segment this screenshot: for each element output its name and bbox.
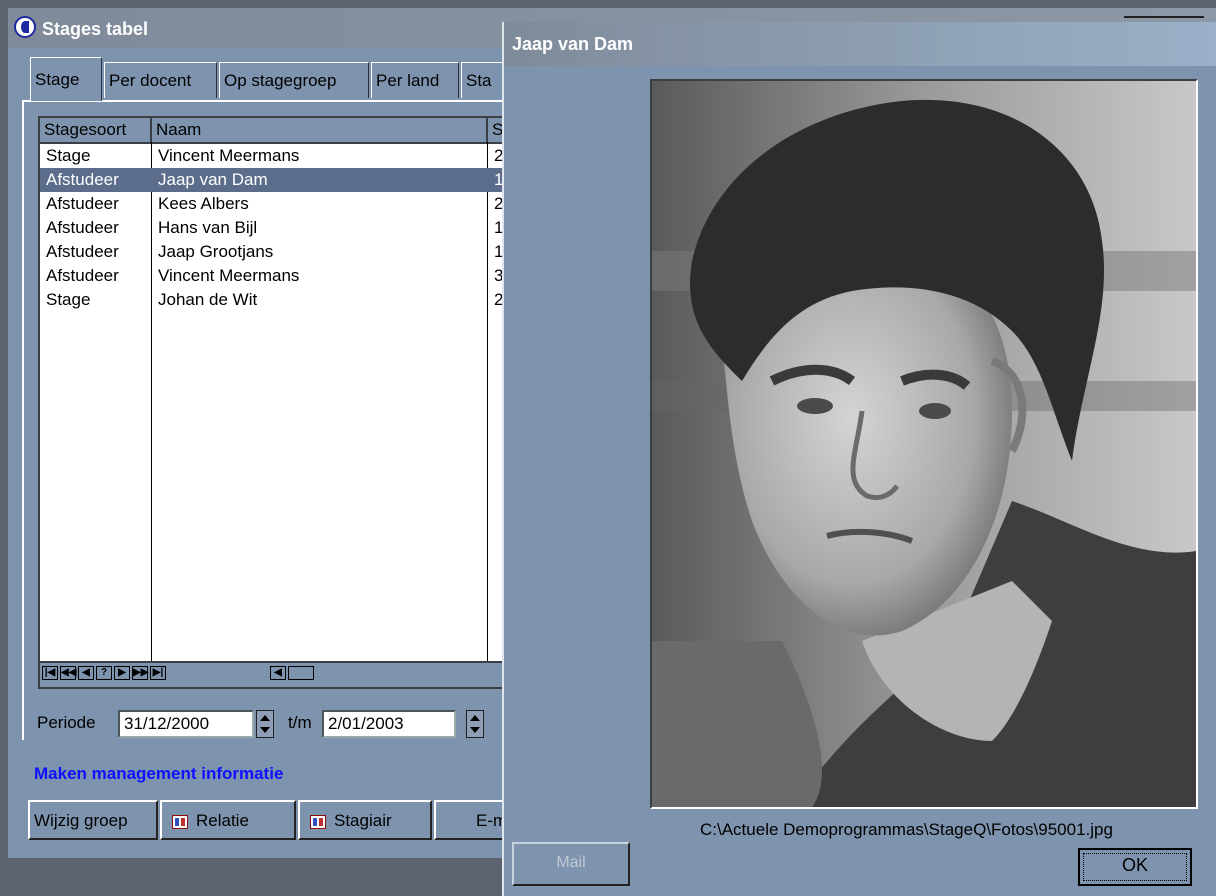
- column-header-naam[interactable]: Naam: [152, 118, 488, 142]
- photo-file-path: C:\Actuele Demoprogrammas\StageQ\Fotos\9…: [700, 820, 1113, 839]
- naam-cell: Kees Albers: [158, 194, 249, 213]
- naam-cell: Jaap van Dam: [158, 170, 268, 189]
- last-record-icon[interactable]: ▶|: [150, 666, 166, 680]
- naam-cell: Johan de Wit: [158, 290, 258, 309]
- dialog-title: Jaap van Dam: [512, 34, 634, 54]
- wijzig-groep-button[interactable]: Wijzig groep: [28, 800, 158, 840]
- naam-cell: Vincent Meermans: [158, 266, 300, 285]
- naam-cell: Hans van Bijl: [158, 218, 258, 237]
- dialog-title-bar[interactable]: Jaap van Dam: [504, 22, 1216, 66]
- stagesoort-cell: Afstudeer: [46, 170, 119, 189]
- next-page-icon[interactable]: ▶▶: [132, 666, 148, 680]
- tab-sta[interactable]: Sta: [461, 62, 505, 98]
- prev-page-icon[interactable]: ◀◀: [60, 666, 76, 680]
- next-record-icon[interactable]: ▶: [114, 666, 130, 680]
- stagiair-icon: [310, 814, 326, 829]
- person-photo: [650, 79, 1198, 809]
- stagesoort-cell: Afstudeer: [46, 194, 119, 213]
- table-row[interactable]: Afstudeer Hans van Bijl 1: [40, 216, 506, 240]
- stagesoort-cell: Stage: [46, 290, 91, 309]
- periode-label: Periode: [37, 713, 96, 732]
- relatie-button[interactable]: Relatie: [160, 800, 296, 840]
- table-row[interactable]: Afstudeer Kees Albers 2: [40, 192, 506, 216]
- scroll-left-icon[interactable]: ◀: [270, 666, 286, 680]
- periode-to-input[interactable]: 2/01/2003: [322, 710, 456, 738]
- naam-cell: Vincent Meermans: [158, 146, 300, 165]
- prev-record-icon[interactable]: ◀: [78, 666, 94, 680]
- tab-per-land[interactable]: Per land: [371, 62, 459, 98]
- wijzig-groep-label: Wijzig groep: [34, 811, 128, 830]
- periode-to-spinner[interactable]: [466, 710, 484, 738]
- table-row[interactable]: Stage Vincent Meermans 2: [40, 144, 506, 168]
- stagiair-label: Stagiair: [334, 811, 392, 830]
- tab-per-docent[interactable]: Per docent: [104, 62, 217, 98]
- find-record-icon[interactable]: ?: [96, 666, 112, 680]
- stagesoort-cell: Afstudeer: [46, 266, 119, 285]
- ok-button[interactable]: OK: [1078, 848, 1192, 886]
- record-navigator: |◀ ◀◀ ◀ ? ▶ ▶▶ ▶| ◀: [40, 661, 506, 687]
- grid-header: Stagesoort Naam S: [40, 118, 506, 144]
- table-row[interactable]: Afstudeer Vincent Meermans 3: [40, 264, 506, 288]
- table-row[interactable]: Stage Johan de Wit 2: [40, 288, 506, 312]
- stagesoort-cell: Stage: [46, 146, 91, 165]
- mail-button[interactable]: Mail: [512, 842, 630, 886]
- stagesoort-cell: Afstudeer: [46, 242, 119, 261]
- stagiair-button[interactable]: Stagiair: [298, 800, 432, 840]
- column-header-stagesoort[interactable]: Stagesoort: [40, 118, 152, 142]
- scrollbar-thumb[interactable]: [288, 666, 314, 680]
- app-logo-icon: [14, 16, 36, 38]
- periode-from-input[interactable]: 31/12/2000: [118, 710, 254, 738]
- relatie-icon: [172, 814, 188, 829]
- tab-op-stagegroep[interactable]: Op stagegroep: [219, 62, 369, 98]
- tab-stage[interactable]: Stage: [30, 57, 102, 101]
- photo-dialog: Jaap van Dam C:\Actuele Demoprogrammas\S…: [502, 22, 1216, 896]
- table-row[interactable]: Afstudeer Jaap Grootjans 1: [40, 240, 506, 264]
- periode-from-spinner[interactable]: [256, 710, 274, 738]
- tm-label: t/m: [288, 713, 312, 732]
- naam-cell: Jaap Grootjans: [158, 242, 274, 261]
- relatie-label: Relatie: [196, 811, 249, 830]
- first-record-icon[interactable]: |◀: [42, 666, 58, 680]
- stages-grid[interactable]: Stagesoort Naam S Stage Vincent Meermans 2…: [38, 116, 508, 689]
- stagesoort-cell: Afstudeer: [46, 218, 119, 237]
- management-info-link[interactable]: Maken management informatie: [34, 764, 283, 784]
- table-row[interactable]: Afstudeer Jaap van Dam 1: [40, 168, 506, 192]
- main-window-title: Stages tabel: [42, 19, 149, 39]
